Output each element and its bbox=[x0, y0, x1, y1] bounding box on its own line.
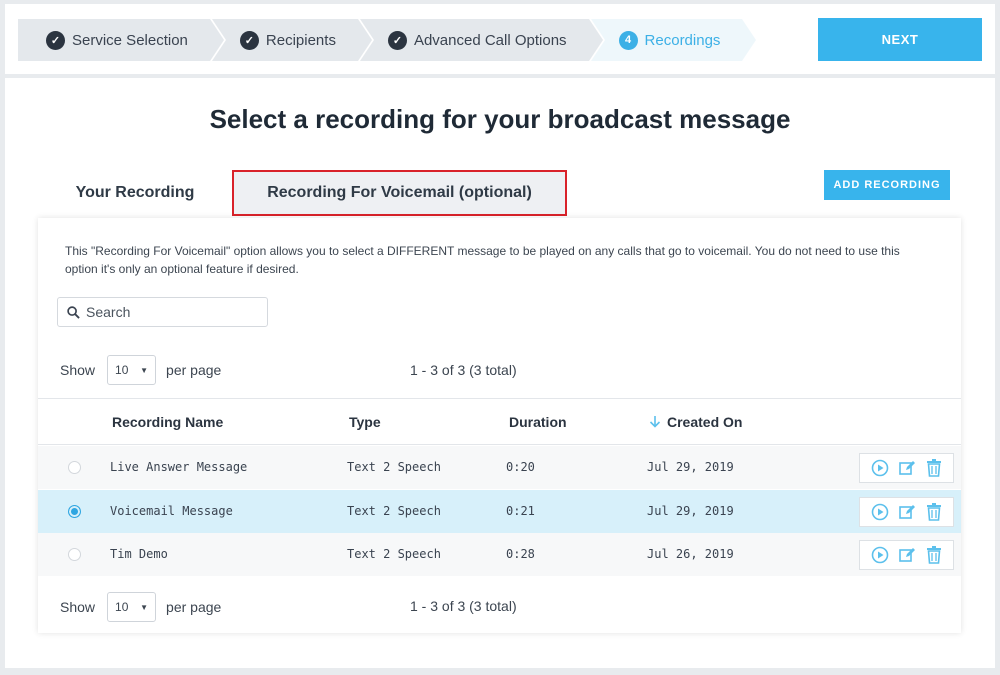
wizard-steps: ✓ Service Selection ✓ Recipients ✓ Advan… bbox=[18, 19, 759, 61]
tab-your-recording[interactable]: Your Recording bbox=[65, 170, 205, 216]
sort-down-arrow-icon bbox=[649, 416, 661, 428]
row-radio-selected[interactable] bbox=[68, 505, 81, 518]
row-actions bbox=[859, 453, 954, 483]
row-actions bbox=[859, 497, 954, 527]
search-input[interactable] bbox=[86, 304, 256, 320]
edit-icon[interactable] bbox=[897, 502, 917, 522]
recording-type: Text 2 Speech bbox=[347, 460, 441, 474]
column-header-recording-name[interactable]: Recording Name bbox=[112, 414, 223, 430]
recording-duration: 0:20 bbox=[506, 460, 535, 474]
next-button[interactable]: NEXT bbox=[818, 18, 982, 61]
check-icon: ✓ bbox=[239, 30, 259, 50]
column-header-duration[interactable]: Duration bbox=[509, 414, 567, 430]
caret-down-icon: ▼ bbox=[140, 602, 149, 612]
search-icon bbox=[67, 305, 80, 319]
main-panel: Select a recording for your broadcast me… bbox=[5, 78, 995, 668]
step-label: Advanced Call Options bbox=[413, 31, 567, 49]
row-actions bbox=[859, 540, 954, 570]
edit-icon[interactable] bbox=[897, 545, 917, 565]
caret-down-icon: ▼ bbox=[140, 365, 149, 375]
table-row[interactable]: Tim Demo Text 2 Speech 0:28 Jul 26, 2019 bbox=[38, 533, 961, 576]
check-icon: ✓ bbox=[387, 30, 407, 50]
recording-created-on: Jul 29, 2019 bbox=[647, 504, 734, 518]
recordings-card: This "Recording For Voicemail" option al… bbox=[38, 218, 961, 633]
edit-icon[interactable] bbox=[897, 458, 917, 478]
trash-icon[interactable] bbox=[924, 502, 944, 522]
recording-name: Live Answer Message bbox=[110, 460, 248, 474]
recording-created-on: Jul 26, 2019 bbox=[647, 547, 734, 561]
per-page-select[interactable]: 10 ▼ bbox=[107, 355, 157, 385]
tab-recording-for-voicemail[interactable]: Recording For Voicemail (optional) bbox=[232, 170, 567, 216]
per-page-select[interactable]: 10 ▼ bbox=[107, 592, 157, 622]
check-icon: ✓ bbox=[46, 30, 65, 50]
play-icon[interactable] bbox=[870, 502, 890, 522]
created-on-label: Created On bbox=[667, 414, 743, 430]
result-count: 1 - 3 of 3 (3 total) bbox=[410, 598, 517, 614]
table-row-selected[interactable]: Voicemail Message Text 2 Speech 0:21 Jul… bbox=[38, 490, 961, 533]
per-page-value: 10 bbox=[115, 600, 129, 614]
step-number-badge: 4 bbox=[618, 30, 638, 50]
recording-name: Tim Demo bbox=[110, 547, 168, 561]
recording-duration: 0:21 bbox=[506, 504, 535, 518]
voicemail-description: This "Recording For Voicemail" option al… bbox=[65, 244, 900, 276]
step-label: Recordings bbox=[644, 31, 721, 49]
table-header: Recording Name Type Duration Created On bbox=[38, 398, 961, 445]
per-page-label: per page bbox=[166, 599, 222, 615]
column-header-type[interactable]: Type bbox=[349, 414, 381, 430]
search-box[interactable] bbox=[57, 297, 268, 327]
result-count: 1 - 3 of 3 (3 total) bbox=[410, 362, 517, 378]
step-recipients[interactable]: ✓ Recipients bbox=[211, 19, 375, 61]
table-row[interactable]: Live Answer Message Text 2 Speech 0:20 J… bbox=[38, 446, 961, 489]
pager-top: Show 10 ▼ per page bbox=[60, 355, 221, 385]
trash-icon[interactable] bbox=[924, 458, 944, 478]
per-page-label: per page bbox=[166, 362, 222, 378]
row-radio[interactable] bbox=[68, 461, 81, 474]
per-page-value: 10 bbox=[115, 363, 129, 377]
step-label: Recipients bbox=[265, 31, 336, 49]
trash-icon[interactable] bbox=[924, 545, 944, 565]
recording-type: Text 2 Speech bbox=[347, 504, 441, 518]
step-label: Service Selection bbox=[72, 31, 188, 49]
recording-type: Text 2 Speech bbox=[347, 547, 441, 561]
play-icon[interactable] bbox=[870, 545, 890, 565]
step-advanced-call-options[interactable]: ✓ Advanced Call Options bbox=[359, 19, 605, 61]
recording-duration: 0:28 bbox=[506, 547, 535, 561]
wizard-bar: ✓ Service Selection ✓ Recipients ✓ Advan… bbox=[5, 4, 995, 74]
recording-name: Voicemail Message bbox=[110, 504, 233, 518]
row-radio[interactable] bbox=[68, 548, 81, 561]
pager-bottom: Show 10 ▼ per page bbox=[60, 592, 221, 622]
column-header-created-on[interactable]: Created On bbox=[649, 414, 742, 430]
play-icon[interactable] bbox=[870, 458, 890, 478]
step-recordings[interactable]: 4 Recordings bbox=[590, 19, 759, 61]
step-service-selection[interactable]: ✓ Service Selection bbox=[18, 19, 226, 61]
add-recording-button[interactable]: ADD RECORDING bbox=[824, 170, 950, 200]
page-title: Select a recording for your broadcast me… bbox=[209, 104, 791, 134]
show-label: Show bbox=[60, 362, 96, 378]
recording-created-on: Jul 29, 2019 bbox=[647, 460, 734, 474]
show-label: Show bbox=[60, 599, 96, 615]
